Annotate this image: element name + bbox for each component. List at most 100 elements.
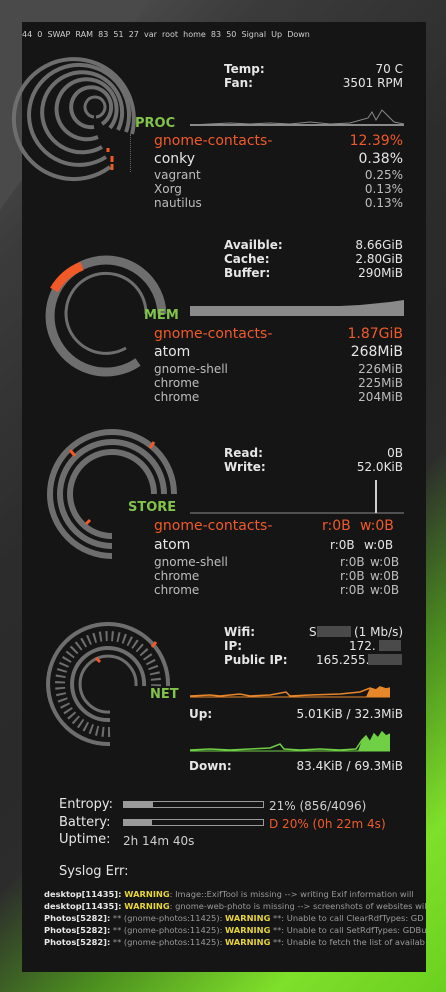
write-label: Write: [224, 460, 266, 474]
ram-label: RAM [75, 30, 94, 39]
read-label: Read: [224, 446, 263, 460]
mem-name: gnome-shell [154, 362, 228, 376]
proc-name: nautilus [154, 196, 202, 210]
buffer-label: Buffer: [224, 266, 271, 280]
store-write: w:0B [370, 569, 400, 583]
mem-value: 204MiB [358, 390, 403, 404]
proc-name: Xorg [154, 182, 182, 196]
redaction-mask [379, 640, 401, 651]
store-read: r:0B [340, 583, 365, 597]
proc-ring-gauge [11, 57, 136, 182]
redaction-mask [317, 626, 351, 637]
conky-panel: Temp: 70 C Fan: 3501 RPM PROC gnome-cont… [11, 22, 427, 972]
syslog-line: desktop[11435]: WARNING: Image::ExifTool… [44, 889, 414, 899]
store-top-name: gnome-contacts- [154, 518, 273, 534]
var-label: var [143, 30, 157, 39]
available-value: 8.66GiB [355, 238, 403, 252]
battery-bar-fill [124, 820, 152, 825]
store-name: gnome-shell [154, 555, 228, 569]
store-write: w:0B [364, 538, 394, 552]
proc-value: 0.25% [364, 168, 403, 182]
up-percent: 50 [226, 30, 237, 39]
store-read: r:0B [330, 538, 355, 552]
store-name: chrome [154, 583, 200, 597]
syslog-line: Photos[5282]: ** (gnome-photos:11425): W… [44, 925, 427, 935]
mem-value: 226MiB [358, 362, 403, 376]
mem-top-name: gnome-contacts- [154, 326, 273, 342]
var-percent: 83 [98, 30, 109, 39]
entropy-label: Entropy: [59, 797, 113, 812]
public-ip-value: 165.255. [316, 653, 370, 667]
mem-name: chrome [154, 376, 200, 390]
uptime-label: Uptime: [59, 832, 111, 847]
store-name: atom [154, 537, 191, 553]
entropy-bar [123, 801, 264, 808]
mem-top-value: 1.87GiB [347, 326, 403, 342]
ip-label: IP: [224, 639, 243, 653]
upload-graph [190, 686, 390, 698]
temp-label: Temp: [224, 62, 265, 76]
fan-value: 3501 RPM [342, 76, 403, 90]
redaction-mask [368, 654, 402, 665]
up-ring-label: Up [271, 30, 283, 39]
wifi-label: Wifi: [224, 625, 256, 639]
up-value: 5.01KiB / 32.3MiB [296, 707, 403, 721]
available-label: Availble: [224, 238, 283, 252]
entropy-value: 21% (856/4096) [269, 799, 367, 813]
battery-label: Battery: [59, 815, 111, 830]
mem-section-title: MEM [144, 308, 179, 323]
store-name: chrome [154, 569, 200, 583]
public-ip-label: Public IP: [224, 653, 288, 667]
wifi-value: S [309, 625, 317, 639]
mem-value: 268MiB [350, 344, 403, 360]
cache-value: 2.80GiB [355, 252, 403, 266]
store-read: r:0B [340, 555, 365, 569]
mem-name: atom [154, 344, 191, 360]
signal-percent: 83 [210, 30, 222, 39]
down-value: 83.4KiB / 69.3MiB [296, 759, 403, 773]
syslog-line: Photos[5282]: ** (gnome-photos:11425): W… [44, 937, 425, 947]
wifi-speed: (1 Mb/s) [354, 625, 404, 639]
temp-value: 70 C [375, 62, 403, 76]
proc-top-value: 12.39% [349, 133, 403, 149]
disk-graph [190, 480, 404, 514]
buffer-value: 290MiB [358, 266, 403, 280]
proc-value: 0.38% [358, 151, 403, 167]
ram-percent: 44 [22, 30, 33, 39]
battery-bar [123, 819, 264, 826]
uptime-value: 2h 14m 40s [123, 834, 195, 848]
syslog-line: desktop[11435]: WARNING: gnome-web-photo… [44, 901, 427, 911]
swap-label: SWAP [47, 30, 71, 39]
root-label: root [162, 30, 179, 39]
syslog-title: Syslog Err: [59, 864, 129, 879]
store-write: w:0B [370, 583, 400, 597]
proc-top-name: gnome-contacts- [154, 133, 273, 149]
net-ring-gauge [46, 622, 171, 747]
home-label: home [183, 30, 206, 39]
root-percent: 51 [113, 30, 124, 39]
write-value: 52.0KiB [356, 460, 403, 474]
fan-label: Fan: [224, 76, 253, 90]
ip-value: 172. [349, 639, 376, 653]
up-label: Up: [189, 707, 213, 721]
net-section-title: NET [150, 687, 179, 702]
store-read: r:0B [340, 569, 365, 583]
home-percent: 27 [128, 30, 139, 39]
proc-name: vagrant [154, 168, 201, 182]
proc-section-title: PROC [135, 116, 176, 131]
store-top-write: w:0B [360, 518, 394, 534]
down-ring-label: Down [287, 30, 310, 39]
mem-name: chrome [154, 390, 200, 404]
mem-graph [190, 300, 404, 316]
cpu-graph [190, 109, 404, 126]
proc-name: conky [154, 151, 196, 167]
signal-label: Signal [241, 30, 267, 39]
download-graph [190, 730, 390, 752]
entropy-bar-fill [124, 802, 154, 807]
cache-label: Cache: [224, 252, 270, 266]
proc-value: 0.13% [364, 196, 403, 210]
syslog-line: Photos[5282]: ** (gnome-photos:11425): W… [44, 913, 424, 923]
store-top-read: r:0B [322, 518, 351, 534]
store-write: w:0B [370, 555, 400, 569]
proc-value: 0.13% [364, 182, 403, 196]
